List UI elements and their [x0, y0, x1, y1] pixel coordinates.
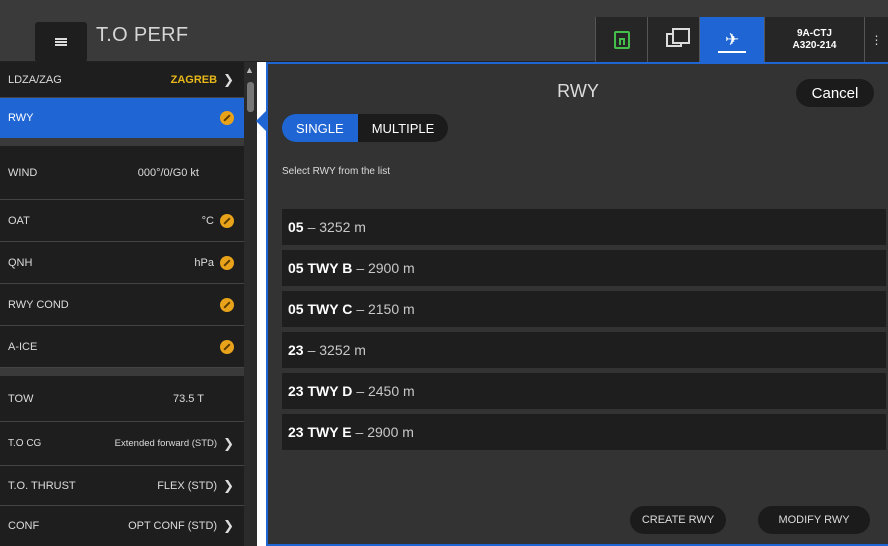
- sidebar-item-value-group: OPT CONF (STD) ❯: [128, 518, 234, 534]
- window-button[interactable]: [647, 17, 699, 62]
- sidebar-item-status: [220, 111, 234, 125]
- edit-pencil-icon: [220, 339, 234, 354]
- sidebar-item-value: FLEX (STD): [157, 479, 218, 492]
- parameter-sidebar: LDZA/ZAG ZAGREB ❯ RWY WIND 000°/0/G0 kt …: [0, 62, 257, 546]
- sidebar-item-to-thrust[interactable]: T.O. THRUST FLEX (STD) ❯: [0, 466, 244, 506]
- sidebar-item-label: RWY: [8, 112, 34, 124]
- takeoff-perf-button[interactable]: ✈: [699, 17, 764, 62]
- sidebar-item-tow[interactable]: TOW 73.5 T: [0, 376, 244, 422]
- menu-button[interactable]: [35, 22, 87, 62]
- instruction-text: Select RWY from the list: [282, 166, 390, 177]
- runway-id: 23: [288, 342, 304, 358]
- sidebar-item-rwy-cond[interactable]: RWY COND: [0, 284, 244, 326]
- sidebar-item-label: A-ICE: [8, 340, 38, 353]
- chevron-right-icon: ❯: [223, 518, 234, 533]
- runway-list-item[interactable]: 05 TWY B – 2900 m: [282, 250, 886, 286]
- top-bar: T.O PERF ✈ 9A-CTJ A320-214 ⋮: [0, 0, 888, 62]
- runway-length: – 2450 m: [356, 383, 415, 399]
- page-title: T.O PERF: [96, 24, 189, 46]
- sidebar-item-value: 73.5 T: [173, 392, 204, 405]
- airplane-icon: ✈: [724, 30, 740, 49]
- runway-length: – 2900 m: [356, 260, 415, 276]
- runway-id: 23 TWY D: [288, 383, 353, 399]
- cancel-button[interactable]: Cancel: [796, 79, 874, 107]
- sidebar-item-status: [220, 339, 234, 354]
- unit-label: °C: [201, 214, 214, 227]
- modify-rwy-button[interactable]: MODIFY RWY: [758, 506, 870, 534]
- aircraft-type: A320-214: [792, 39, 837, 51]
- sidebar-item-value-group: °C: [201, 213, 234, 228]
- runway-id: 05 TWY C: [288, 301, 353, 317]
- chevron-right-icon: ❯: [223, 477, 234, 493]
- save-icon: [613, 30, 630, 49]
- sidebar-item-label: QNH: [8, 256, 33, 269]
- sidebar-item-label: T.O. THRUST: [8, 479, 76, 492]
- runway-id: 05 TWY B: [288, 260, 353, 276]
- runway-id: 23 TWY E: [288, 424, 352, 440]
- sidebar-item-value: OPT CONF (STD): [128, 520, 218, 532]
- sidebar-item-rwy[interactable]: RWY: [0, 98, 244, 138]
- windows-icon: [665, 27, 690, 47]
- sidebar-item-label: CONF: [8, 520, 40, 532]
- active-indicator: [718, 51, 746, 53]
- rwy-mode-toggle: SINGLE MULTIPLE: [282, 114, 449, 142]
- aircraft-registration: 9A-CTJ: [796, 27, 832, 39]
- sidebar-item-status: [220, 297, 234, 312]
- panel-title: RWY: [557, 81, 599, 101]
- runway-length: – 3252 m: [307, 342, 366, 358]
- divider: [0, 368, 244, 376]
- mode-multiple-button[interactable]: MULTIPLE: [358, 114, 449, 142]
- sidebar-item-value-group: Extended forward (STD) ❯: [115, 436, 234, 452]
- runway-list-item[interactable]: 23 TWY D – 2450 m: [282, 373, 886, 409]
- sidebar-item-a-ice[interactable]: A-ICE: [0, 326, 244, 368]
- runway-id: 05: [288, 219, 304, 235]
- runway-list: 05 – 3252 m 05 TWY B – 2900 m 05 TWY C –…: [282, 209, 886, 455]
- runway-list-item[interactable]: 23 – 3252 m: [282, 332, 886, 368]
- scroll-up-icon[interactable]: ▲: [245, 65, 254, 75]
- more-icon: ⋮: [870, 32, 883, 47]
- runway-length: – 2900 m: [355, 424, 414, 440]
- edit-pencil-icon: [220, 255, 234, 270]
- divider: [0, 138, 244, 146]
- unit-label: hPa: [194, 256, 214, 269]
- sidebar-item-label: TOW: [8, 392, 34, 405]
- mode-single-button[interactable]: SINGLE: [282, 114, 358, 142]
- runway-list-item[interactable]: 05 – 3252 m: [282, 209, 886, 245]
- sidebar-item-to-cg[interactable]: T.O CG Extended forward (STD) ❯: [0, 422, 244, 466]
- hamburger-icon: [55, 38, 67, 46]
- rwy-selection-panel: RWY Cancel SINGLE MULTIPLE Select RWY fr…: [266, 62, 888, 546]
- sidebar-item-conf[interactable]: CONF OPT CONF (STD) ❯: [0, 506, 244, 546]
- sidebar-item-label: OAT: [8, 214, 30, 227]
- sidebar-item-value: 000°/0/G0 kt: [137, 166, 199, 179]
- scrollbar-thumb[interactable]: [247, 82, 254, 112]
- more-button[interactable]: ⋮: [864, 17, 888, 62]
- edit-pencil-icon: [220, 111, 234, 125]
- sidebar-item-label: LDZA/ZAG: [8, 73, 62, 86]
- chevron-right-icon: ❯: [223, 435, 234, 451]
- runway-length: – 3252 m: [307, 219, 366, 235]
- edit-pencil-icon: [220, 297, 234, 312]
- sidebar-item-value-group: FLEX (STD) ❯: [157, 478, 234, 494]
- sidebar-item-oat[interactable]: OAT °C: [0, 200, 244, 242]
- sidebar-item-value-group: hPa: [194, 255, 234, 270]
- save-button[interactable]: [595, 17, 647, 62]
- sidebar-scrollbar[interactable]: [244, 62, 257, 546]
- sidebar-item-label: RWY COND: [8, 298, 69, 311]
- runway-list-item[interactable]: 23 TWY E – 2900 m: [282, 414, 886, 450]
- sidebar-item-airport[interactable]: LDZA/ZAG ZAGREB ❯: [0, 62, 244, 98]
- sidebar-item-value: ZAGREB: [170, 73, 218, 86]
- runway-length: – 2150 m: [356, 301, 415, 317]
- sidebar-item-wind[interactable]: WIND 000°/0/G0 kt: [0, 146, 244, 200]
- create-rwy-button[interactable]: CREATE RWY: [630, 506, 726, 534]
- sidebar-item-qnh[interactable]: QNH hPa: [0, 242, 244, 284]
- airport-value: ZAGREB ❯: [171, 72, 234, 88]
- sidebar-item-value: Extended forward (STD): [114, 438, 218, 449]
- chevron-right-icon: ❯: [223, 71, 234, 87]
- sidebar-item-label: T.O CG: [8, 438, 42, 449]
- runway-list-item[interactable]: 05 TWY C – 2150 m: [282, 291, 886, 327]
- sidebar-item-label: WIND: [8, 166, 38, 179]
- edit-pencil-icon: [220, 213, 234, 228]
- aircraft-selector[interactable]: 9A-CTJ A320-214: [764, 17, 864, 62]
